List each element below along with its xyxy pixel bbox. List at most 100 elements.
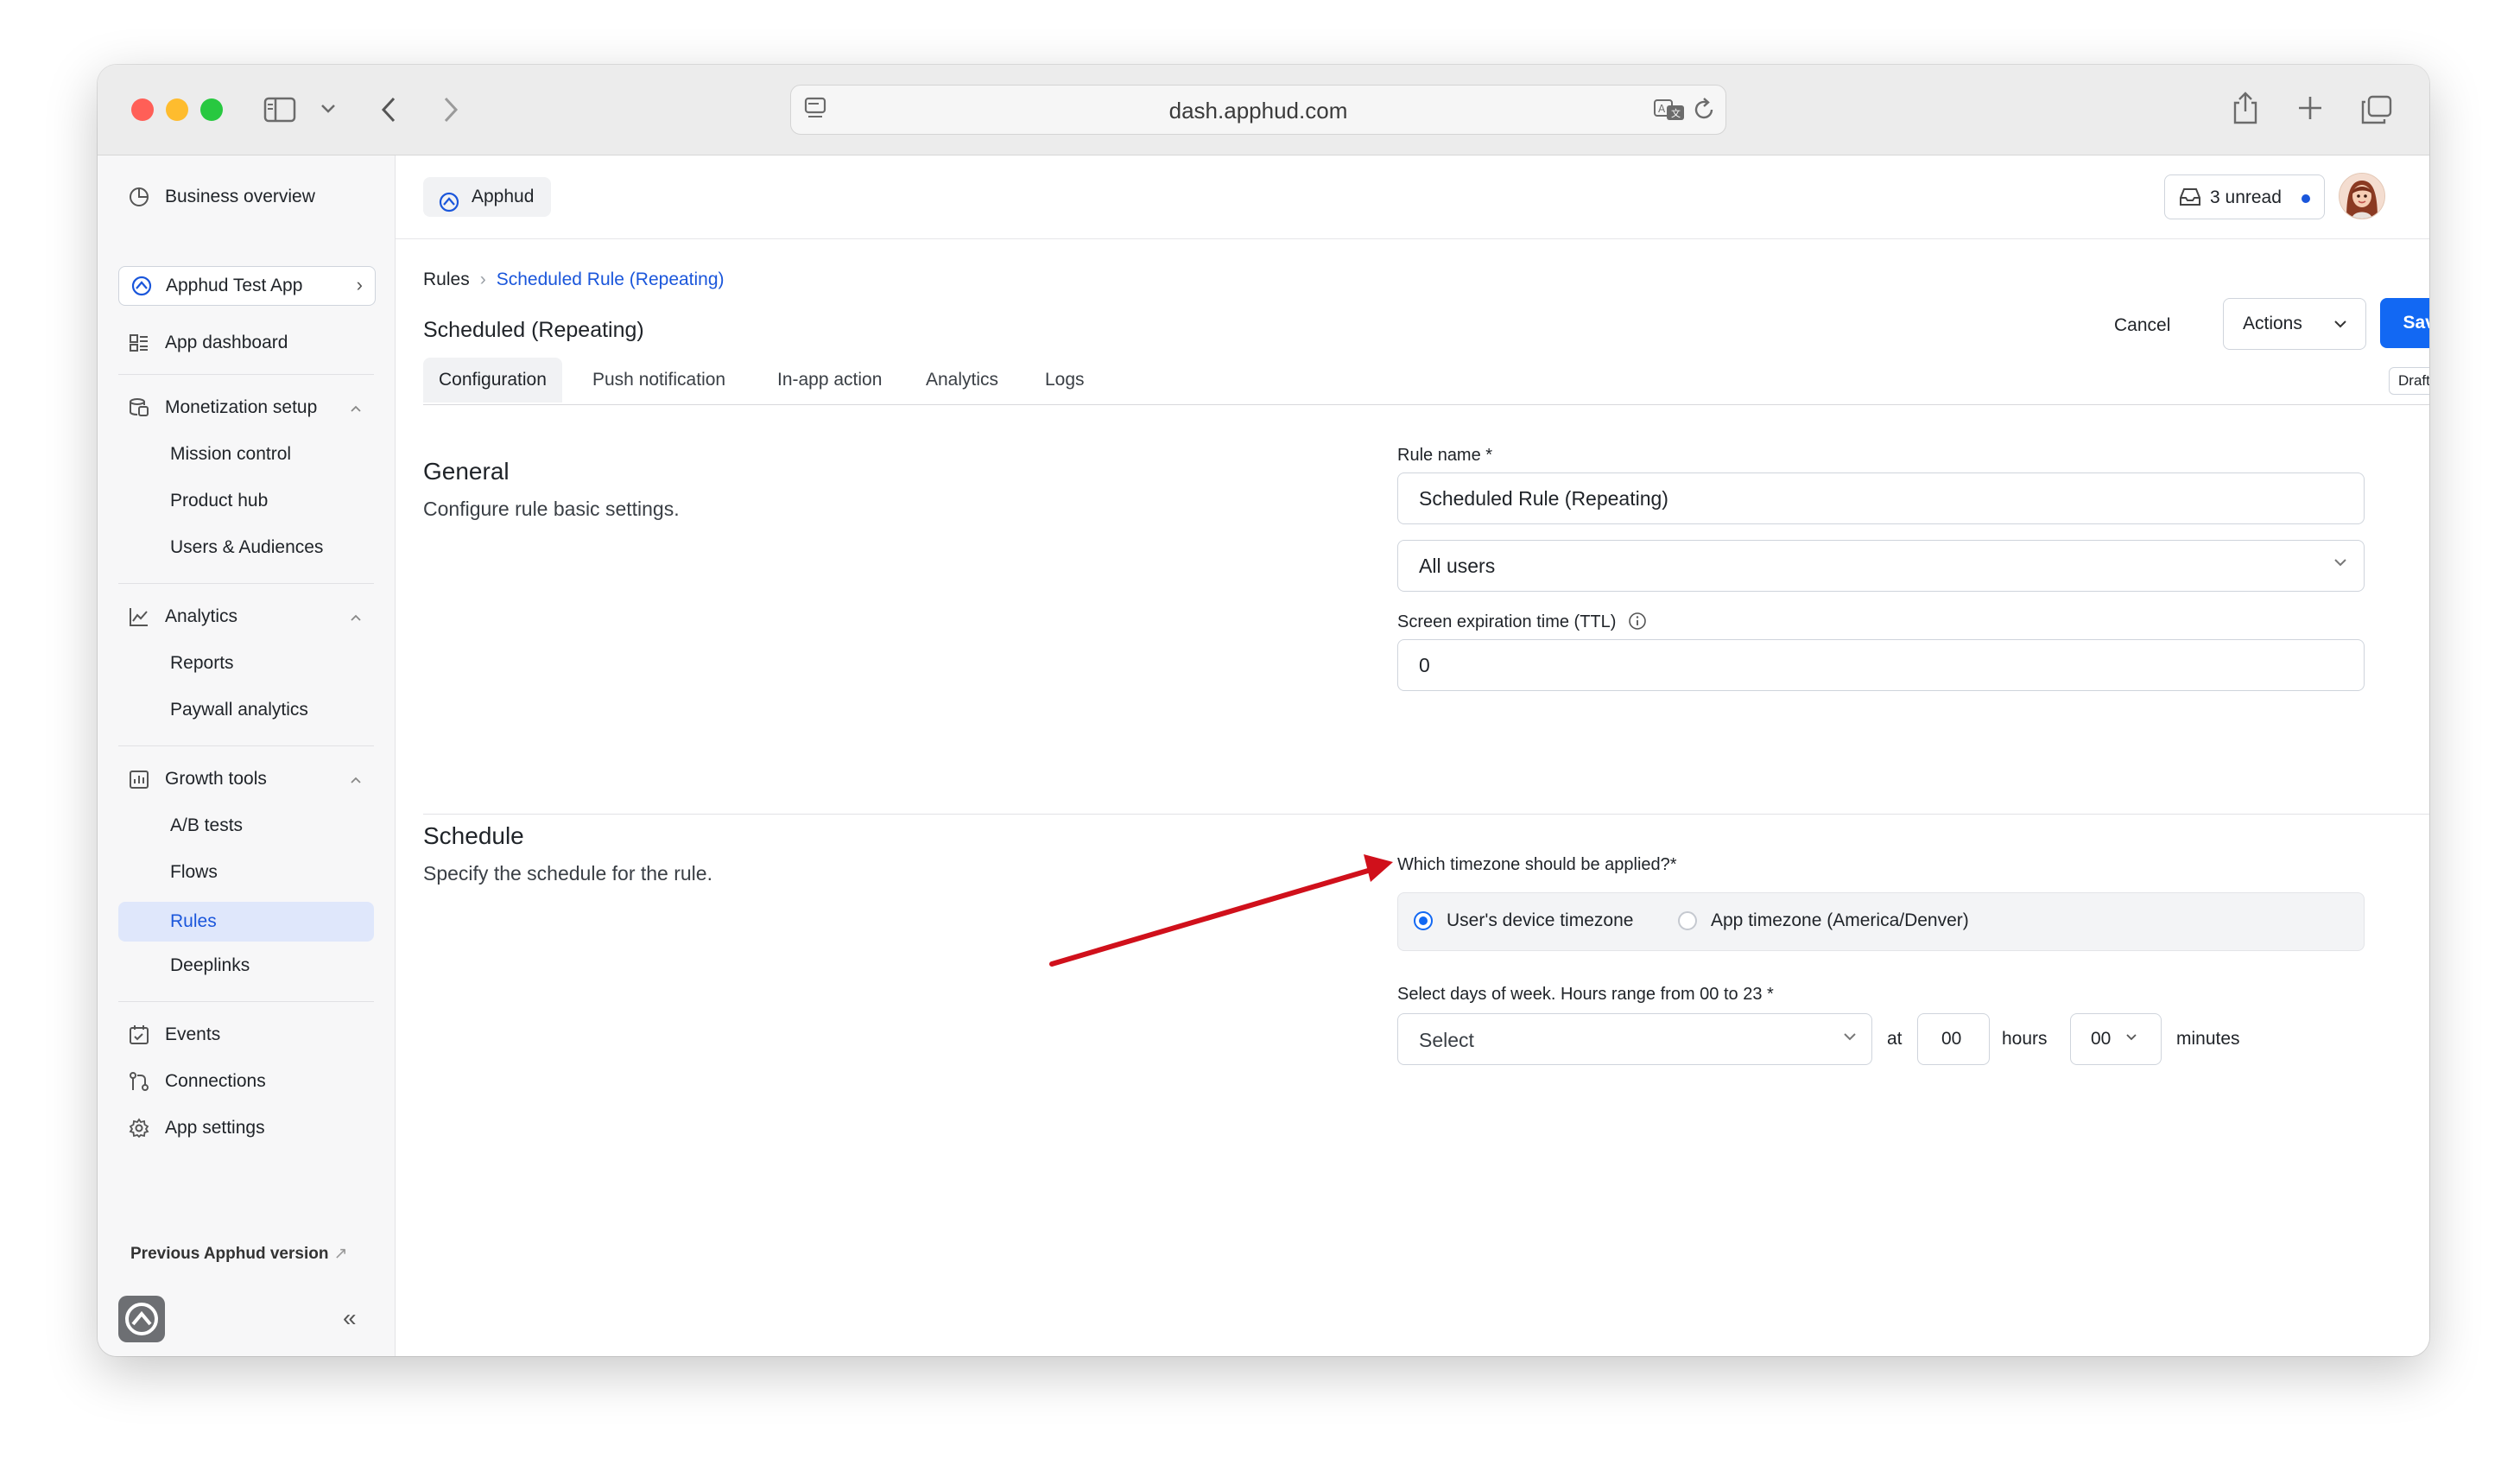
sidebar-group-label: Analytics bbox=[165, 606, 238, 626]
audience-value: All users bbox=[1419, 555, 1496, 577]
general-section-title: General bbox=[423, 458, 510, 485]
chevron-down-icon bbox=[1842, 1031, 1858, 1047]
ttl-label: Screen expiration time (TTL) bbox=[1397, 612, 1647, 636]
share-icon[interactable] bbox=[2231, 91, 2260, 125]
radio-app-timezone[interactable] bbox=[1678, 911, 1697, 930]
sidebar-item-label: Events bbox=[165, 1024, 221, 1044]
reload-icon[interactable] bbox=[1693, 97, 1717, 123]
actions-dropdown[interactable]: Actions bbox=[2223, 298, 2366, 350]
chevron-down-icon bbox=[2333, 556, 2348, 573]
chevron-down-icon bbox=[2124, 1031, 2138, 1047]
info-icon[interactable] bbox=[1628, 612, 1647, 636]
sidebar-item-rules[interactable]: Rules bbox=[118, 902, 374, 942]
minutes-select[interactable]: 00 bbox=[2070, 1013, 2162, 1065]
sidebar-item-app-dashboard[interactable]: App dashboard bbox=[98, 326, 395, 360]
notifications-button[interactable]: 3 unread bbox=[2164, 174, 2325, 219]
breadcrumb-rules-link[interactable]: Rules bbox=[423, 270, 470, 289]
chevron-up-icon[interactable] bbox=[350, 399, 362, 417]
sidebar-item-reports[interactable]: Reports bbox=[170, 646, 234, 681]
audience-select[interactable]: All users bbox=[1397, 540, 2365, 592]
sidebar-item-label: Flows bbox=[170, 862, 218, 882]
tab-in-app-action[interactable]: In-app action bbox=[777, 358, 882, 403]
days-label: Select days of week. Hours range from 00… bbox=[1397, 985, 1774, 1004]
sidebar-group-label: Growth tools bbox=[165, 769, 267, 789]
unread-indicator bbox=[2302, 194, 2310, 203]
sidebar-group-monetization[interactable]: Monetization setup bbox=[98, 390, 395, 425]
tab-configuration[interactable]: Configuration bbox=[423, 358, 562, 403]
minimize-window-button[interactable] bbox=[166, 98, 188, 121]
radio-device-timezone-label[interactable]: User's device timezone bbox=[1447, 910, 1633, 931]
avatar[interactable] bbox=[2339, 173, 2385, 219]
sidebar-item-mission-control[interactable]: Mission control bbox=[170, 437, 291, 472]
sidebar-item-label: Paywall analytics bbox=[170, 700, 308, 720]
sidebar-group-growth-tools[interactable]: Growth tools bbox=[98, 762, 395, 796]
chevron-down-icon[interactable] bbox=[320, 103, 336, 115]
sidebar-item-label: Connections bbox=[165, 1071, 266, 1091]
chevron-right-icon: › bbox=[479, 270, 486, 289]
apphud-logo-icon bbox=[131, 276, 152, 301]
previous-version-link[interactable]: Previous Apphud version ↗ bbox=[130, 1244, 347, 1264]
cancel-button[interactable]: Cancel bbox=[2114, 315, 2170, 336]
translate-icon[interactable]: A文 bbox=[1653, 98, 1686, 122]
sidebar-item-product-hub[interactable]: Product hub bbox=[170, 484, 268, 518]
organization-chip[interactable]: Apphud bbox=[423, 177, 552, 217]
sidebar-item-ab-tests[interactable]: A/B tests bbox=[170, 809, 243, 843]
ttl-input[interactable]: 0 bbox=[1397, 639, 2365, 691]
schedule-section-description: Specify the schedule for the rule. bbox=[423, 862, 712, 885]
days-select[interactable]: Select bbox=[1397, 1013, 1872, 1065]
sidebar-divider bbox=[118, 1001, 374, 1002]
rule-name-input[interactable]: Scheduled Rule (Repeating) bbox=[1397, 472, 2365, 524]
save-button[interactable]: Save bbox=[2380, 298, 2429, 348]
sidebar-item-app-settings[interactable]: App settings bbox=[98, 1111, 395, 1145]
zoom-window-button[interactable] bbox=[200, 98, 223, 121]
address-bar[interactable]: dash.apphud.com A文 bbox=[790, 85, 1726, 135]
minutes-value: 00 bbox=[2091, 1029, 2112, 1049]
chevron-down-icon bbox=[2333, 314, 2348, 335]
tab-push-notification[interactable]: Push notification bbox=[592, 358, 725, 403]
line-chart-icon bbox=[129, 606, 149, 627]
back-icon[interactable] bbox=[379, 96, 398, 124]
forward-icon[interactable] bbox=[441, 96, 460, 124]
sidebar-item-business-overview[interactable]: Business overview bbox=[98, 180, 395, 214]
new-tab-icon[interactable] bbox=[2296, 94, 2324, 122]
external-link-icon: ↗ bbox=[333, 1245, 348, 1263]
sidebar-item-label: Deeplinks bbox=[170, 955, 250, 975]
browser-window: dash.apphud.com A文 Business overview App… bbox=[98, 65, 2429, 1356]
sidebar-item-users-audiences[interactable]: Users & Audiences bbox=[170, 530, 323, 565]
browser-toolbar: dash.apphud.com A文 bbox=[98, 65, 2429, 155]
tab-overview-icon[interactable] bbox=[2360, 94, 2393, 125]
sidebar-item-deeplinks[interactable]: Deeplinks bbox=[170, 948, 250, 983]
sidebar-divider bbox=[118, 583, 374, 584]
sidebar-toggle-icon[interactable] bbox=[263, 96, 298, 124]
sidebar-group-analytics[interactable]: Analytics bbox=[98, 599, 395, 634]
breadcrumb-current[interactable]: Scheduled Rule (Repeating) bbox=[497, 270, 725, 289]
growth-chart-icon bbox=[129, 769, 149, 790]
chevron-up-icon[interactable] bbox=[350, 771, 362, 789]
close-window-button[interactable] bbox=[131, 98, 154, 121]
status-badge: Draft bbox=[2389, 367, 2429, 395]
url-text: dash.apphud.com bbox=[1168, 98, 1348, 124]
previous-version-label: Previous Apphud version bbox=[130, 1245, 329, 1263]
radio-device-timezone[interactable] bbox=[1414, 911, 1433, 930]
page-title: Scheduled (Repeating) bbox=[423, 318, 644, 342]
app-selector[interactable]: Apphud Test App › bbox=[118, 266, 376, 306]
collapse-sidebar-icon[interactable]: « bbox=[343, 1304, 357, 1332]
sidebar-item-flows[interactable]: Flows bbox=[170, 855, 218, 890]
tab-analytics[interactable]: Analytics bbox=[926, 358, 998, 403]
tab-logs[interactable]: Logs bbox=[1045, 358, 1085, 403]
apphud-logo-icon[interactable] bbox=[118, 1296, 165, 1342]
actions-label: Actions bbox=[2243, 314, 2302, 333]
calendar-check-icon bbox=[129, 1024, 149, 1045]
dashboard-icon bbox=[129, 333, 149, 353]
sidebar-item-label: Business overview bbox=[165, 187, 315, 206]
sidebar-item-events[interactable]: Events bbox=[98, 1018, 395, 1052]
sidebar-item-paywall-analytics[interactable]: Paywall analytics bbox=[170, 693, 308, 727]
sidebar-item-label: App dashboard bbox=[165, 333, 288, 352]
at-label: at bbox=[1887, 1029, 1903, 1049]
gear-icon bbox=[129, 1118, 149, 1138]
hours-input[interactable]: 00 bbox=[1917, 1013, 1990, 1065]
radio-app-timezone-label[interactable]: App timezone (America/Denver) bbox=[1711, 910, 1969, 931]
chevron-up-icon[interactable] bbox=[350, 608, 362, 626]
database-icon bbox=[129, 397, 149, 418]
sidebar-item-connections[interactable]: Connections bbox=[98, 1064, 395, 1099]
